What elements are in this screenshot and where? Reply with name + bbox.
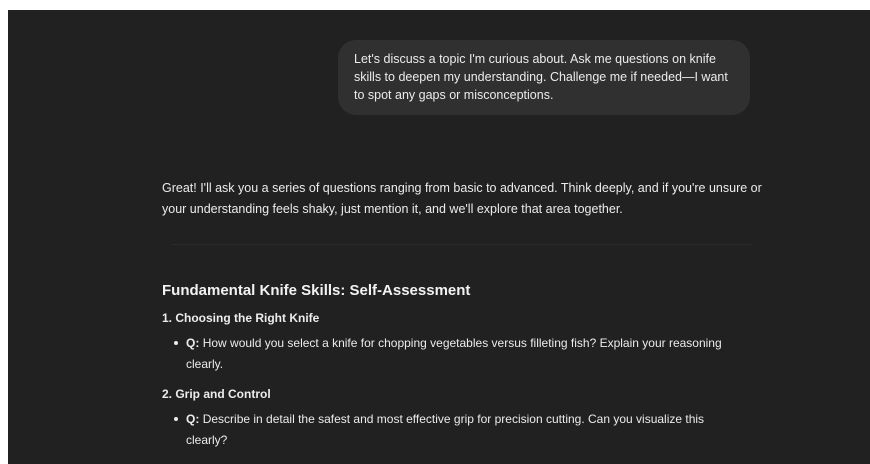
question-bullet: Q: Describe in detail the safest and mos… xyxy=(174,409,746,451)
question-label: Q: xyxy=(186,412,200,426)
question-heading: 1. Choosing the Right Knife xyxy=(162,311,320,325)
section-divider xyxy=(172,244,752,245)
user-message-bubble: Let's discuss a topic I'm curious about.… xyxy=(338,40,750,115)
chat-screen: Let's discuss a topic I'm curious about.… xyxy=(8,10,870,464)
section-title: Fundamental Knife Skills: Self-Assessmen… xyxy=(162,282,471,299)
bullet-dot xyxy=(174,417,178,421)
question-text: Describe in detail the safest and most e… xyxy=(186,412,705,447)
question-heading: 2. Grip and Control xyxy=(162,387,271,401)
bullet-dot xyxy=(174,341,178,345)
assistant-intro-text: Great! I'll ask you a series of question… xyxy=(162,181,762,216)
user-message-text: Let's discuss a topic I'm curious about.… xyxy=(354,52,728,102)
question-bullet: Q: How would you select a knife for chop… xyxy=(174,333,746,375)
question-label: Q: xyxy=(186,336,200,350)
question-list: Q: Describe in detail the safest and mos… xyxy=(162,409,762,451)
question-item: 2. Grip and Control Q: Describe in detai… xyxy=(162,385,762,451)
assistant-message: Great! I'll ask you a series of question… xyxy=(162,178,762,461)
question-text: How would you select a knife for choppin… xyxy=(186,336,722,371)
question-list: Q: How would you select a knife for chop… xyxy=(162,333,762,375)
question-item: 1. Choosing the Right Knife Q: How would… xyxy=(162,309,762,375)
